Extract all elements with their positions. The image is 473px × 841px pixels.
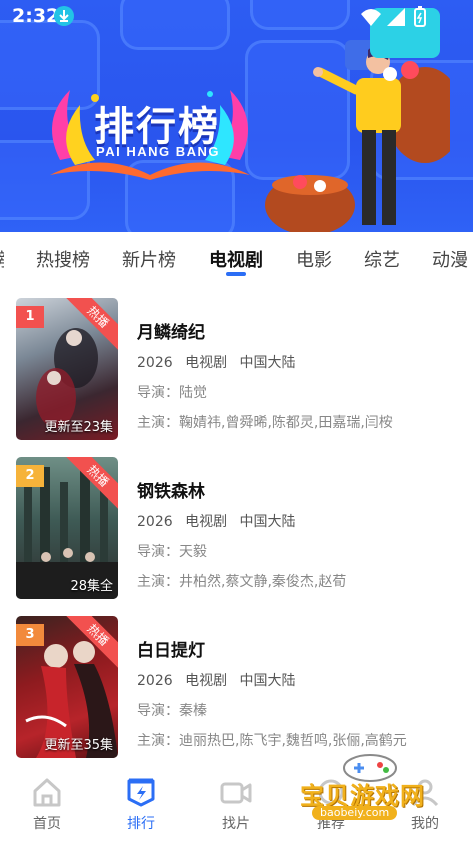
item-actors: 主演：井柏然,蔡文静,秦俊杰,赵荀 bbox=[137, 574, 347, 590]
tab-anime[interactable]: 动漫 bbox=[432, 246, 468, 272]
item-info: 钢铁森林 2026 电视剧 中国大陆 导演：天毅 主演：井柏然,蔡文静,秦俊杰,… bbox=[137, 477, 467, 591]
nav-label: 首页 bbox=[33, 816, 61, 832]
poster-image[interactable]: 2 热播 28集全 bbox=[16, 457, 118, 599]
episode-status: 更新至35集 bbox=[44, 738, 113, 753]
item-title[interactable]: 钢铁森林 bbox=[137, 477, 467, 502]
tab-variety[interactable]: 综艺 bbox=[364, 246, 400, 272]
ranking-banner: 排行榜 PAI HANG BANG 2:32 bbox=[0, 0, 473, 232]
item-info: 白日提灯 2026 电视剧 中国大陆 导演：秦榛 主演：迪丽热巴,陈飞宇,魏哲鸣… bbox=[137, 636, 467, 750]
item-meta: 2026 电视剧 中国大陆 bbox=[137, 511, 467, 531]
list-item[interactable]: 1 热播 更新至23集 月鳞绮纪 2026 电视剧 中国大陆 导演：陆觉 主演：… bbox=[0, 282, 473, 440]
item-director: 导演：秦榛 bbox=[137, 703, 207, 719]
tab-tv-series[interactable]: 电视剧 bbox=[209, 246, 263, 272]
banner-title-art: 排行榜 PAI HANG BANG bbox=[40, 80, 260, 180]
poster-image[interactable]: 1 热播 更新至23集 bbox=[16, 298, 118, 440]
tab-scroll-fragment[interactable]: 榜 bbox=[0, 246, 4, 272]
item-year: 2026 bbox=[137, 514, 173, 530]
item-category: 电视剧 bbox=[185, 673, 228, 689]
item-director: 导演：天毅 bbox=[137, 544, 207, 560]
item-region: 中国大陆 bbox=[239, 514, 296, 530]
poster-image[interactable]: 3 热播 更新至35集 bbox=[16, 616, 118, 758]
watermark: 宝贝游戏网 baobeiy.com bbox=[296, 748, 446, 820]
home-icon bbox=[33, 778, 61, 807]
item-info: 月鳞绮纪 2026 电视剧 中国大陆 导演：陆觉 主演：鞠婧祎,曾舜晞,陈都灵,… bbox=[137, 318, 467, 432]
status-icons bbox=[357, 6, 437, 32]
list-item[interactable]: 2 热播 28集全 钢铁森林 2026 电视剧 中国大陆 导演：天毅 主演：井柏… bbox=[0, 441, 473, 599]
wifi-icon bbox=[361, 9, 381, 26]
episode-status: 28集全 bbox=[70, 579, 113, 594]
item-director: 导演：陆觉 bbox=[137, 385, 207, 401]
item-year: 2026 bbox=[137, 673, 173, 689]
tab-movie[interactable]: 电影 bbox=[296, 246, 332, 272]
rank-badge: 3 bbox=[16, 624, 44, 646]
signal-icon bbox=[387, 8, 405, 26]
banner-subtitle: PAI HANG BANG bbox=[96, 144, 220, 159]
tab-new-release[interactable]: 新片榜 bbox=[122, 246, 176, 272]
character-illustration bbox=[265, 8, 450, 232]
item-region: 中国大陆 bbox=[239, 673, 296, 689]
nav-ranking[interactable]: 排行 bbox=[106, 777, 176, 837]
ranking-icon bbox=[127, 778, 155, 807]
episode-status: 更新至23集 bbox=[44, 420, 113, 435]
nav-home[interactable]: 首页 bbox=[12, 777, 82, 837]
nav-label: 排行 bbox=[127, 816, 155, 832]
status-time: 2:32 bbox=[12, 5, 60, 27]
video-camera-icon bbox=[220, 782, 252, 804]
rank-badge: 2 bbox=[16, 465, 44, 487]
item-category: 电视剧 bbox=[185, 355, 228, 371]
nav-find[interactable]: 找片 bbox=[201, 777, 271, 837]
item-title[interactable]: 白日提灯 bbox=[137, 636, 467, 661]
item-year: 2026 bbox=[137, 355, 173, 371]
nav-label: 找片 bbox=[222, 816, 250, 832]
item-category: 电视剧 bbox=[185, 514, 228, 530]
item-actors: 主演：鞠婧祎,曾舜晞,陈都灵,田嘉瑞,闫桉 bbox=[137, 415, 393, 431]
item-region: 中国大陆 bbox=[239, 355, 296, 371]
active-tab-indicator bbox=[226, 272, 246, 276]
watermark-url: baobeiy.com bbox=[312, 806, 398, 820]
item-meta: 2026 电视剧 中国大陆 bbox=[137, 352, 467, 372]
rank-badge: 1 bbox=[16, 306, 44, 328]
item-title[interactable]: 月鳞绮纪 bbox=[137, 318, 467, 343]
app-root: 排行榜 PAI HANG BANG 2:32 热搜榜 新片榜 电视剧 电影 综艺… bbox=[0, 0, 473, 841]
item-actors: 主演：迪丽热巴,陈飞宇,魏哲鸣,张俪,高鹤元 bbox=[137, 733, 407, 749]
download-icon bbox=[54, 6, 74, 26]
tab-hot-search[interactable]: 热搜榜 bbox=[36, 246, 90, 272]
status-indicators bbox=[361, 6, 426, 27]
status-bar: 2:32 bbox=[0, 0, 473, 34]
list-item[interactable]: 3 热播 更新至35集 白日提灯 2026 电视剧 中国大陆 导演：秦榛 主演：… bbox=[0, 600, 473, 758]
item-meta: 2026 电视剧 中国大陆 bbox=[137, 670, 467, 690]
